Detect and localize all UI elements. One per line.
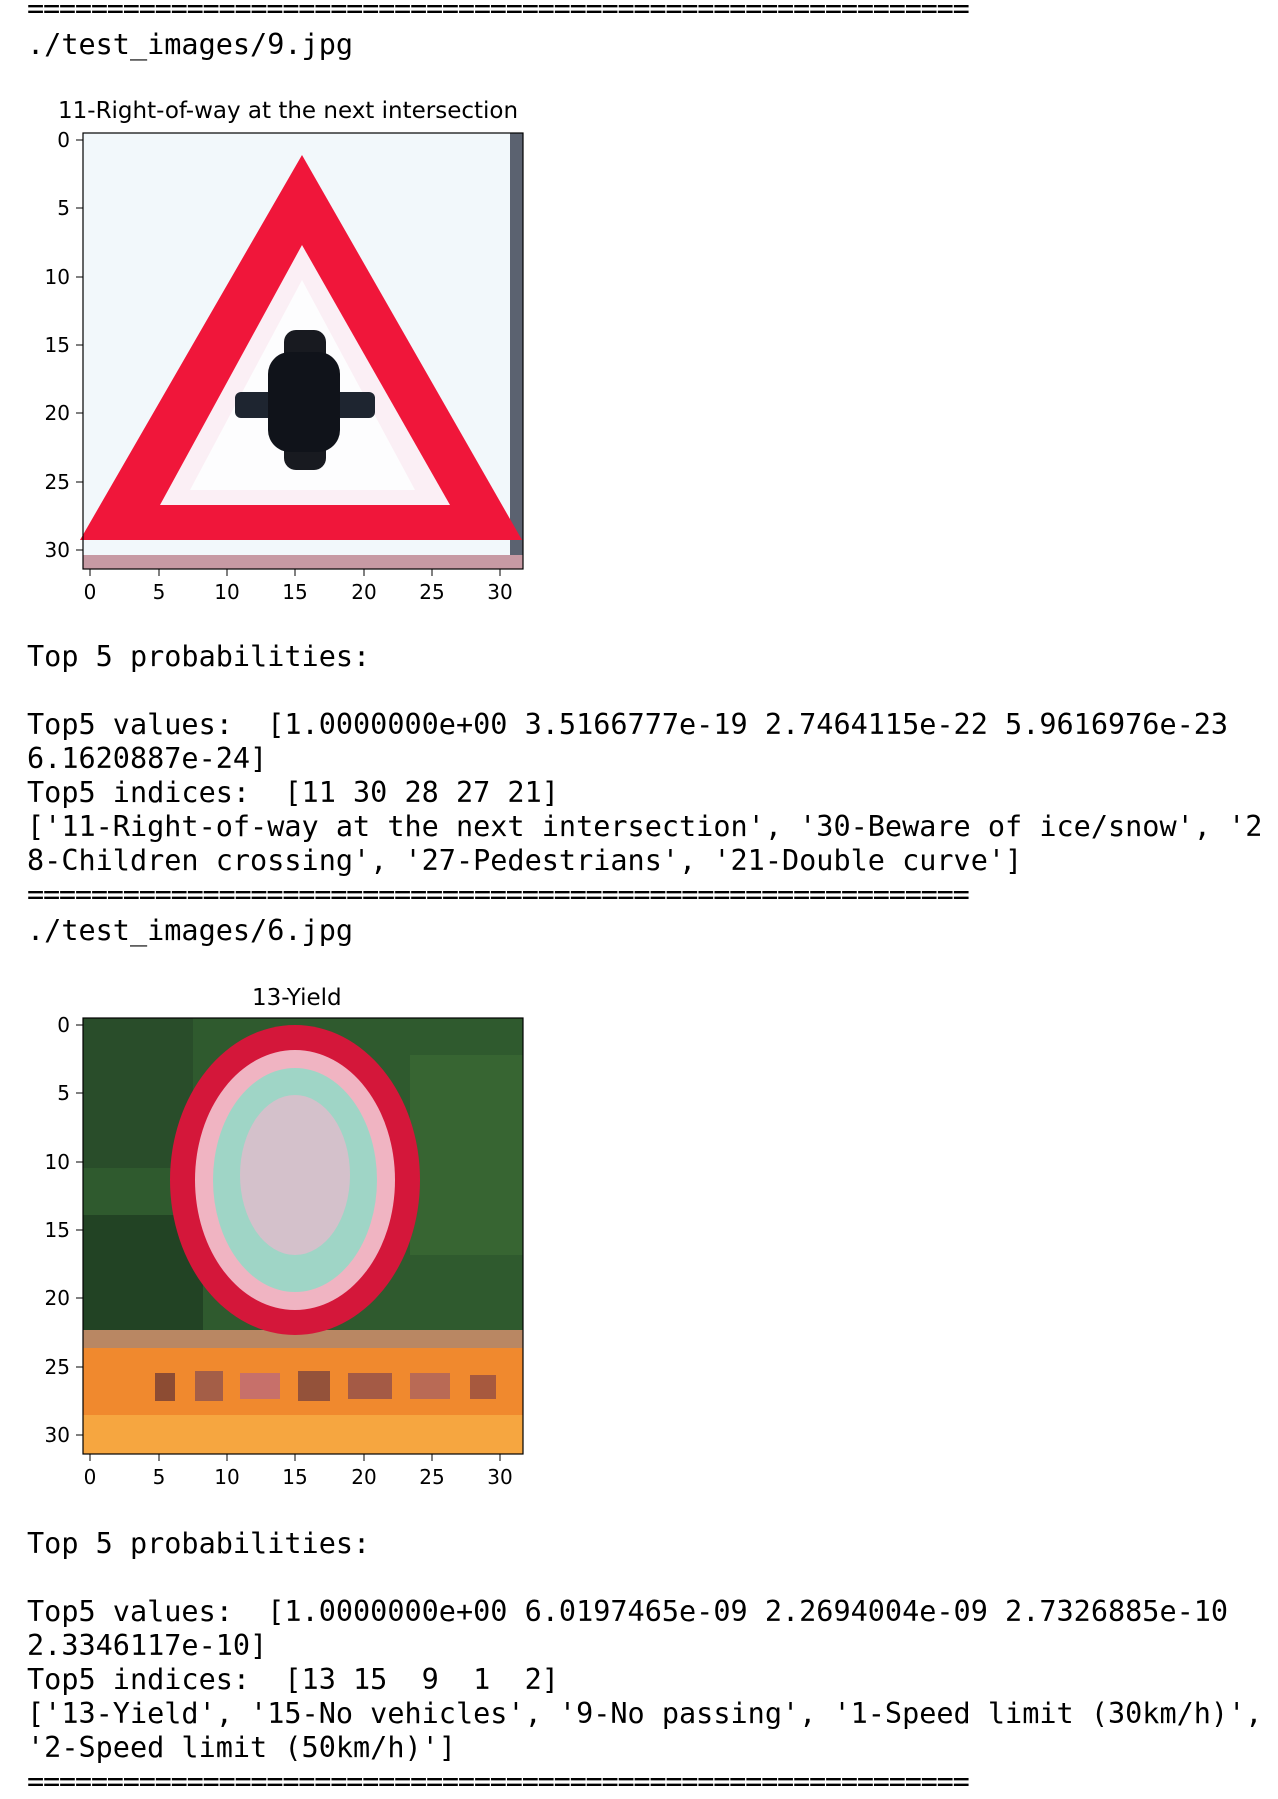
separator-line: ========================================… [27,878,970,911]
top5-indices: Top5 indices: [11 30 28 27 21] [27,776,559,809]
y-tick-label: 25 [45,470,70,494]
x-tick-label: 10 [214,1465,239,1489]
plot-figure: 0 5 10 15 20 25 30 0 5 10 15 20 25 30 [45,1013,524,1489]
x-tick-label: 10 [214,580,239,604]
x-tick-label: 0 [84,1465,97,1489]
top5-values: Top5 values: [1.0000000e+00 6.0197465e-0… [27,1595,1229,1628]
y-tick-label: 30 [45,1423,70,1447]
x-tick-label: 25 [419,1465,444,1489]
x-ticks: 0 5 10 15 20 25 30 [84,569,513,604]
image-axes: 0 5 10 15 20 25 30 0 5 10 15 20 25 30 [45,128,524,604]
x-tick-label: 5 [153,1465,166,1489]
y-tick-label: 25 [45,1355,70,1379]
y-tick-label: 10 [45,265,70,289]
x-tick-label: 5 [153,580,166,604]
top5-labels: ['11-Right-of-way at the next intersecti… [27,810,1263,843]
x-tick-label: 30 [487,1465,512,1489]
top5-header: Top 5 probabilities: [27,1527,371,1560]
y-tick-label: 20 [45,1286,70,1310]
separator-line: ========================================… [27,1765,970,1798]
y-tick-label: 20 [45,401,70,425]
y-tick-label: 30 [45,538,70,562]
top5-labels-cont: 8-Children crossing', '27-Pedestrians', … [27,844,1023,877]
y-tick-label: 15 [45,1218,70,1242]
y-tick-label: 10 [45,1150,70,1174]
x-tick-label: 30 [487,580,512,604]
y-tick-label: 5 [57,1081,70,1105]
y-tick-label: 0 [57,128,70,152]
x-tick-label: 15 [282,580,307,604]
top5-labels: ['13-Yield', '15-No vehicles', '9-No pas… [27,1697,1263,1730]
lettering-strip [155,1371,496,1401]
x-tick-label: 25 [419,580,444,604]
notebook-output: { "separator": "========================… [0,0,1278,1798]
x-tick-label: 15 [282,1465,307,1489]
top5-values-cont: 2.3346117e-10] [27,1629,268,1662]
top5-values: Top5 values: [1.0000000e+00 3.5166777e-1… [27,708,1229,741]
plot-title: 11-Right-of-way at the next intersection [58,98,519,124]
plot-title: 13-Yield [252,985,342,1011]
image-path: ./test_images/6.jpg [27,914,354,947]
y-ticks: 0 5 10 15 20 25 30 [45,1013,83,1447]
image-path: ./test_images/9.jpg [27,28,354,61]
plot-figure: 0 5 10 15 20 25 30 0 5 10 15 20 25 30 [45,128,524,604]
x-tick-label: 20 [351,1465,376,1489]
y-ticks: 0 5 10 15 20 25 30 [45,128,83,562]
top5-labels-cont: '2-Speed limit (50km/h)'] [27,1731,456,1764]
top5-values-cont: 6.1620887e-24] [27,742,268,775]
x-tick-label: 20 [351,580,376,604]
separator-line: ========================================… [27,0,970,25]
x-ticks: 0 5 10 15 20 25 30 [84,1454,513,1489]
top5-indices: Top5 indices: [13 15 9 1 2] [27,1663,559,1696]
sign-image [83,1018,523,1454]
image-axes: 0 5 10 15 20 25 30 0 5 10 15 20 25 30 [45,1013,524,1489]
top5-header: Top 5 probabilities: [27,640,371,673]
x-tick-label: 0 [84,580,97,604]
y-tick-label: 15 [45,333,70,357]
y-tick-label: 5 [57,196,70,220]
sign-image [80,133,523,569]
y-tick-label: 0 [57,1013,70,1037]
